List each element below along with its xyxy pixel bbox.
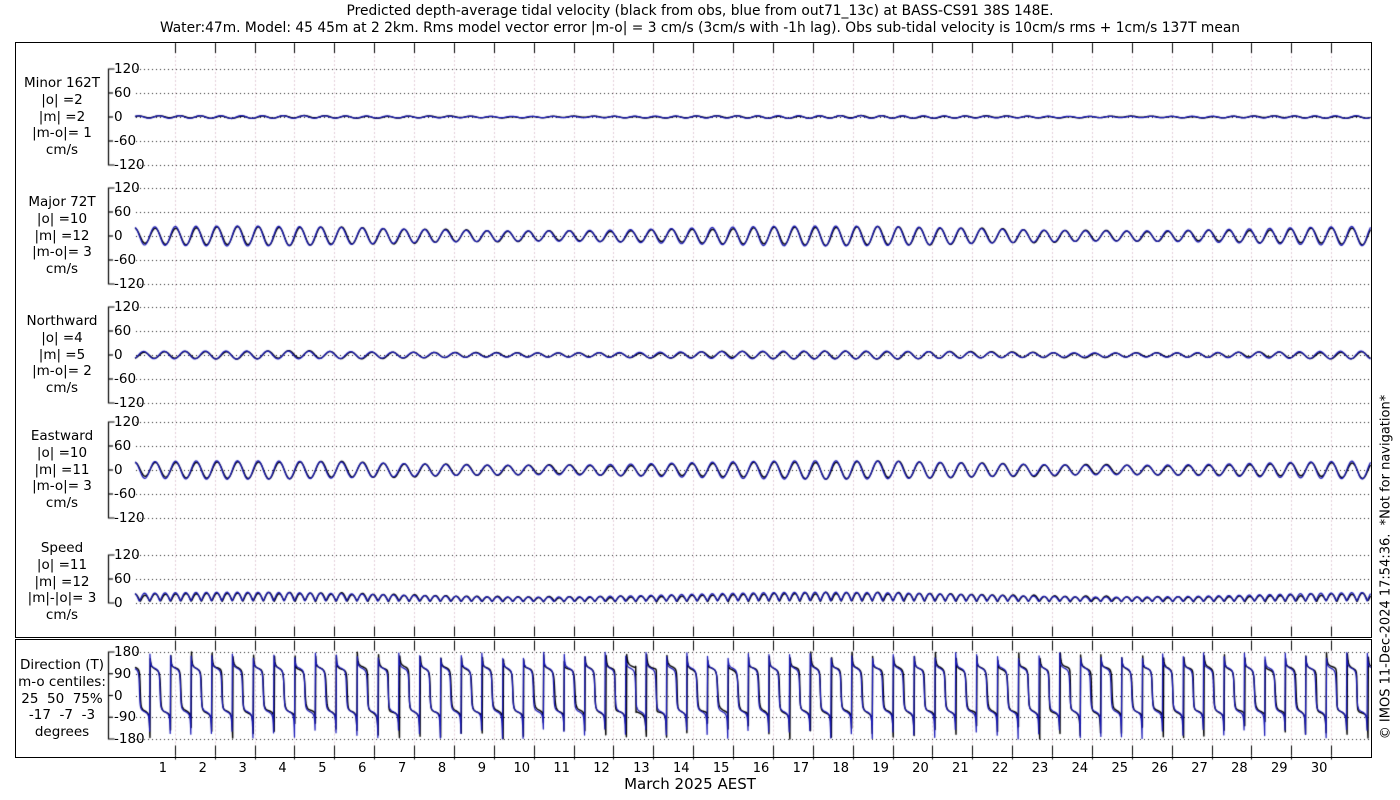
y-tick-label: 0 (114, 347, 123, 363)
x-tick-label: 23 (1031, 761, 1049, 776)
y-tick-label: -120 (114, 276, 145, 292)
panel-label-line: |m| =12 (34, 227, 90, 244)
x-tick-label: 4 (278, 761, 287, 776)
x-tick-label: 12 (593, 761, 610, 776)
panel-label-block-speed: Speed |o| =11 |m| =12 |m|-|o|= 3 cm/s (6, 540, 118, 624)
panel-label-line: degrees (34, 724, 90, 741)
panel-label-line: cm/s (45, 142, 79, 159)
panel-label-line: |m-o|= 3 (32, 478, 92, 495)
panel-label-block-direction: Direction (T) m-o centiles: 25 50 75% -17 -… (6, 657, 118, 741)
x-tick-label: 28 (1231, 761, 1248, 776)
x-tick-label: 1 (158, 761, 168, 776)
panel-label-line: |o| =10 (36, 210, 88, 227)
panel-label-line: -17 -7 -3 (28, 707, 96, 724)
panel-label-line: cm/s (45, 495, 79, 512)
panel-label-line: |o| =10 (36, 444, 88, 461)
panel-label-line: 25 50 75% (21, 690, 103, 707)
x-tick-label: 26 (1151, 761, 1168, 776)
panel-label-line: Speed (40, 540, 84, 556)
x-tick-label: 16 (752, 761, 770, 776)
y-tick-label: -120 (114, 395, 145, 411)
panel-label-line: cm/s (45, 607, 79, 624)
y-tick-label: 180 (114, 643, 140, 660)
panel-label-line: m-o centiles: (18, 673, 106, 690)
panel-label-line: |m-o|= 3 (32, 244, 92, 261)
y-tick-label: 60 (114, 204, 132, 220)
x-tick-label: 17 (792, 761, 810, 776)
panel-label-line: |o| =2 (41, 91, 83, 108)
x-tick-label: 5 (318, 761, 327, 776)
y-tick-label: -180 (114, 731, 145, 747)
x-axis-title: March 2025 AEST (624, 775, 756, 793)
x-tick-label: 3 (238, 761, 247, 776)
panel-label-line: cm/s (45, 261, 79, 278)
panel-label-line: |m|-|o|= 3 (27, 590, 97, 607)
y-tick-label: -60 (114, 252, 137, 268)
panel-label-block-minor: Minor 162T |o| =2 |m| =2 |m-o|= 1 cm/s (6, 75, 118, 159)
x-tick-label: 18 (832, 761, 849, 776)
x-tick-label: 27 (1191, 761, 1208, 776)
x-tick-label: 22 (991, 761, 1009, 776)
panel-label-line: |m| =5 (38, 346, 86, 363)
y-tick-label: 90 (114, 665, 132, 682)
x-tick-label: 2 (198, 761, 207, 776)
panel-label-line: cm/s (45, 380, 79, 397)
y-tick-label: 120 (114, 414, 140, 430)
panel-label-line: |m-o|= 1 (32, 125, 92, 142)
panel-label-line: |o| =11 (36, 556, 88, 573)
y-tick-label: -60 (114, 133, 137, 149)
x-tick-label: 9 (477, 761, 487, 776)
x-tick-label: 11 (553, 761, 570, 776)
y-tick-label: -60 (114, 486, 137, 502)
panel-label-line: |o| =4 (41, 329, 83, 346)
y-tick-label: -60 (114, 371, 137, 387)
panel-label-line: Major 72T (28, 194, 96, 210)
panel-label-line: |m| =12 (34, 573, 90, 590)
y-tick-label: 0 (114, 462, 123, 478)
y-tick-label: 120 (114, 180, 140, 196)
x-tick-label: 14 (672, 761, 690, 776)
y-tick-label: 0 (114, 109, 123, 125)
y-tick-label: 0 (114, 687, 123, 704)
x-tick-label: 7 (397, 761, 407, 776)
y-tick-label: 120 (114, 61, 140, 77)
chart-plot-canvas (0, 0, 1400, 800)
x-tick-label: 29 (1271, 761, 1288, 776)
x-tick-label: 25 (1111, 761, 1129, 776)
imos-watermark: © IMOS 11-Dec-2024 17:54:36. *Not for na… (1378, 394, 1394, 740)
y-tick-label: 60 (114, 323, 132, 339)
panel-label-block-eastward: Eastward |o| =10 |m| =11 |m-o|= 3 cm/s (6, 428, 118, 512)
y-tick-label: 60 (114, 438, 132, 454)
y-tick-label: 0 (114, 228, 123, 244)
y-tick-label: 0 (114, 595, 123, 611)
x-tick-label: 21 (952, 761, 969, 776)
tidal-velocity-chart: Predicted depth-average tidal velocity (… (0, 0, 1400, 800)
x-tick-label: 30 (1310, 761, 1328, 776)
x-tick-label: 13 (633, 761, 650, 776)
y-tick-label: 120 (114, 547, 140, 563)
y-tick-label: 60 (114, 85, 132, 101)
panel-label-line: |m-o|= 2 (32, 363, 92, 380)
x-tick-label: 15 (712, 761, 730, 776)
panel-label-line: Eastward (30, 428, 94, 444)
y-tick-label: -120 (114, 157, 145, 173)
panel-label-line: |m| =11 (34, 461, 90, 478)
y-tick-label: 120 (114, 299, 140, 315)
panel-label-line: Minor 162T (23, 75, 101, 91)
y-tick-label: -90 (114, 709, 137, 726)
panel-label-line: Northward (26, 313, 98, 329)
x-tick-label: 6 (358, 761, 367, 776)
panel-label-line: Direction (T) (19, 657, 105, 673)
panel-label-block-northward: Northward |o| =4 |m| =5 |m-o|= 2 cm/s (6, 313, 118, 397)
x-tick-label: 10 (513, 761, 530, 776)
x-tick-label: 20 (912, 761, 929, 776)
x-tick-label: 19 (872, 761, 889, 776)
x-tick-label: 8 (437, 761, 447, 776)
panel-label-line: |m| =2 (38, 108, 86, 125)
y-tick-label: 60 (114, 571, 132, 587)
panel-label-block-major: Major 72T |o| =10 |m| =12 |m-o|= 3 cm/s (6, 194, 118, 278)
x-tick-label: 24 (1071, 761, 1089, 776)
y-tick-label: -120 (114, 510, 145, 526)
